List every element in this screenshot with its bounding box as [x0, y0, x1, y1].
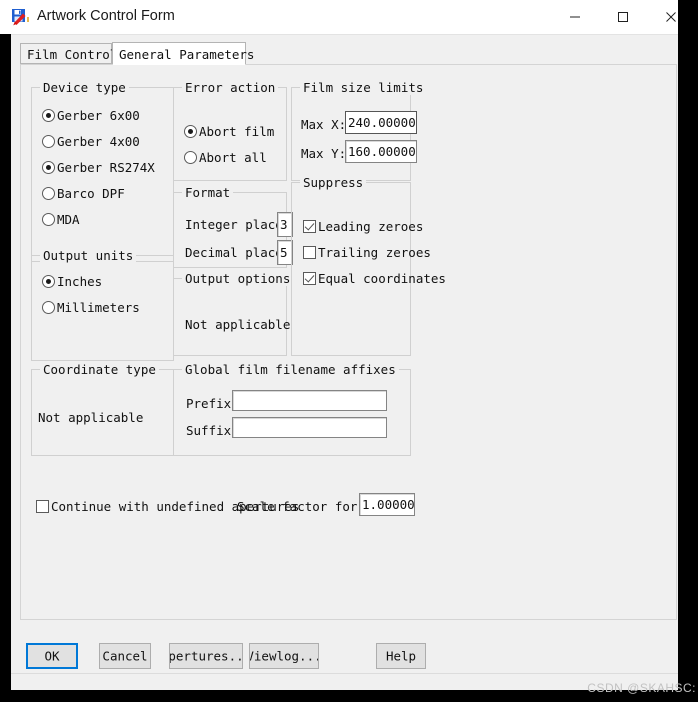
radio-label: Gerber 6x00: [57, 108, 140, 123]
radio-label: Inches: [57, 274, 103, 289]
input-value: 1.00000: [362, 496, 415, 512]
checkbox-label: Trailing zeroes: [318, 245, 431, 260]
checkbox-label: Equal coordinates: [318, 271, 446, 286]
input-suffix[interactable]: [232, 417, 387, 438]
artwork-app-icon: [10, 7, 30, 27]
minimize-icon[interactable]: [552, 0, 598, 33]
radio-dot: [184, 151, 197, 164]
group-format: Format Integer place 3 Decimal place 5: [173, 185, 293, 268]
apertures-button[interactable]: Apertures...: [169, 643, 243, 669]
label-decimal-place: Decimal place: [185, 245, 283, 260]
group-label-suppress: Suppress: [300, 175, 367, 190]
group-label-filename-affixes: Global film filename affixes: [182, 362, 399, 377]
group-suppress: Suppress Leading zeroes Trailing zeroes …: [291, 175, 446, 356]
input-max-y[interactable]: 160.00000: [345, 140, 417, 163]
title-bar: Artwork Control Form: [0, 0, 678, 35]
coordinate-type-value: Not applicable: [38, 410, 144, 425]
radio-label: Millimeters: [57, 300, 140, 315]
close-icon[interactable]: [648, 0, 678, 33]
radio-dot: [42, 275, 55, 288]
checkbox-box: [303, 220, 316, 233]
input-value: 5: [280, 244, 288, 260]
label-suffix: Suffix:: [186, 423, 239, 438]
label-max-x: Max X:: [301, 117, 347, 132]
radio-dot: [42, 161, 55, 174]
radio-dot: [42, 213, 55, 226]
tab-general-parameters[interactable]: General Parameters: [112, 42, 254, 65]
group-label-device-type: Device type: [40, 80, 129, 95]
tab-film-control[interactable]: Film Control: [20, 43, 117, 64]
input-value: 240.00000: [348, 114, 416, 130]
label-scale-factor: Scale factor for o: [237, 499, 373, 514]
radio-dot: [42, 109, 55, 122]
radio-label: Gerber RS274X: [57, 160, 155, 175]
checkbox-box: [303, 272, 316, 285]
group-error-action: Error action Abort film Abort all: [173, 80, 287, 181]
input-max-x[interactable]: 240.00000: [345, 111, 417, 134]
group-output-options: Output options Not applicable: [173, 271, 294, 356]
viewlog-button[interactable]: Viewlog...: [249, 643, 319, 669]
checkbox-label: Leading zeroes: [318, 219, 424, 234]
checkbox-box: [36, 500, 49, 513]
status-bar: [0, 673, 678, 690]
input-prefix[interactable]: [232, 390, 387, 411]
group-device-type: Device type Gerber 6x00 Gerber 4x00 Gerb…: [31, 80, 174, 262]
cancel-button-label: Cancel: [102, 648, 148, 664]
output-options-value: Not applicable: [185, 317, 291, 332]
group-output-units: Output units Inches Millimeters: [31, 248, 174, 361]
radio-dot: [184, 125, 197, 138]
radio-label: Abort film: [199, 124, 275, 139]
cancel-button[interactable]: Cancel: [99, 643, 151, 669]
input-value: 3: [280, 216, 288, 232]
radio-label: Barco DPF: [57, 186, 125, 201]
help-button[interactable]: Help: [376, 643, 426, 669]
group-label-film-size-limits: Film size limits: [300, 80, 427, 95]
maximize-icon[interactable]: [600, 0, 646, 33]
checkbox-box: [303, 246, 316, 259]
window-title: Artwork Control Form: [37, 8, 175, 24]
left-edge-strip: [0, 34, 11, 690]
radio-dot: [42, 187, 55, 200]
group-filename-affixes: Global film filename affixes Prefix: Suf…: [173, 362, 411, 456]
group-label-coordinate-type: Coordinate type: [40, 362, 159, 377]
group-label-error-action: Error action: [182, 80, 279, 95]
label-integer-place: Integer place: [185, 217, 283, 232]
watermark: CSDN @SKAHSC:: [587, 681, 696, 695]
radio-dot: [42, 301, 55, 314]
group-label-format: Format: [182, 185, 234, 200]
viewlog-button-label: Viewlog...: [249, 648, 319, 664]
radio-label: Abort all: [199, 150, 267, 165]
help-button-label: Help: [385, 648, 417, 664]
ok-button-label: OK: [44, 648, 60, 664]
group-label-output-units: Output units: [40, 248, 137, 263]
radio-dot: [42, 135, 55, 148]
group-film-size-limits: Film size limits Max X: 240.00000 Max Y:…: [291, 80, 427, 181]
radio-label: Gerber 4x00: [57, 134, 140, 149]
input-scale-factor[interactable]: 1.00000: [359, 493, 415, 516]
apertures-button-label: Apertures...: [169, 648, 243, 664]
group-label-output-options: Output options: [182, 271, 294, 286]
ok-button[interactable]: OK: [26, 643, 78, 669]
general-parameters-panel: Device type Gerber 6x00 Gerber 4x00 Gerb…: [20, 64, 677, 620]
group-coordinate-type: Coordinate type Not applicable: [31, 362, 174, 456]
radio-label: MDA: [57, 212, 80, 227]
label-prefix: Prefix:: [186, 396, 239, 411]
artwork-control-form-window: Artwork Control Form Film Control Genera…: [0, 0, 678, 690]
label-max-y: Max Y:: [301, 146, 347, 161]
input-value: 160.00000: [348, 143, 416, 159]
